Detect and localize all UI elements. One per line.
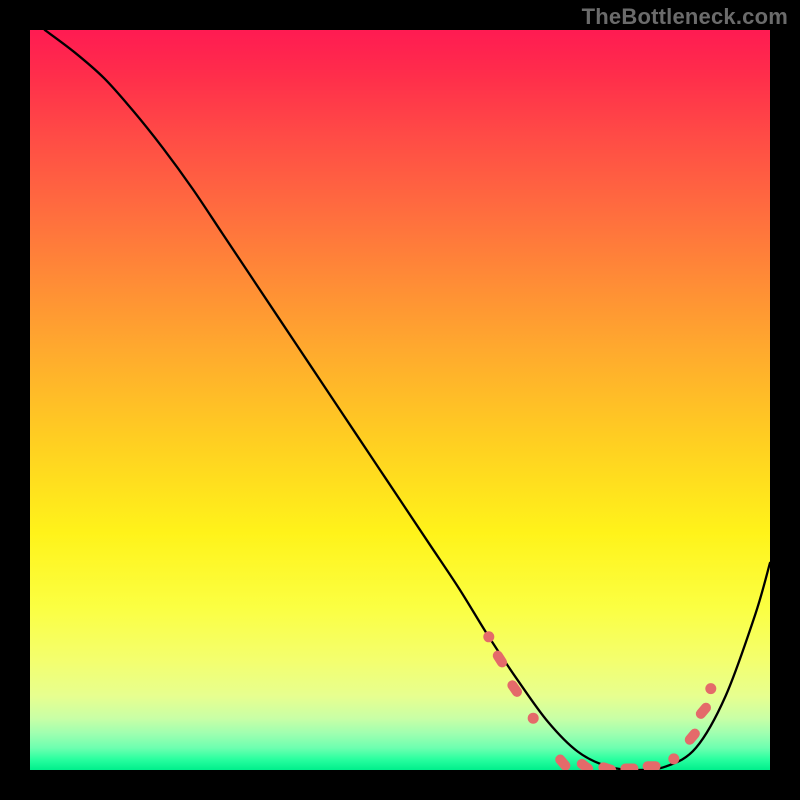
marker-dot — [705, 683, 716, 694]
bottleneck-curve — [45, 30, 770, 770]
marker-capsule — [643, 761, 661, 770]
marker-capsule — [620, 764, 638, 770]
chart-frame: TheBottleneck.com — [0, 0, 800, 800]
marker-capsule — [491, 649, 509, 670]
highlight-markers — [483, 631, 716, 770]
marker-dot — [668, 753, 679, 764]
marker-capsule — [575, 757, 595, 770]
marker-capsule — [694, 701, 713, 721]
plot-area — [30, 30, 770, 770]
watermark-label: TheBottleneck.com — [582, 4, 788, 30]
marker-capsule — [597, 761, 617, 770]
marker-dot — [483, 631, 494, 642]
marker-capsule — [505, 678, 523, 698]
marker-dot — [528, 713, 539, 724]
curve-layer — [30, 30, 770, 770]
marker-capsule — [553, 752, 572, 770]
